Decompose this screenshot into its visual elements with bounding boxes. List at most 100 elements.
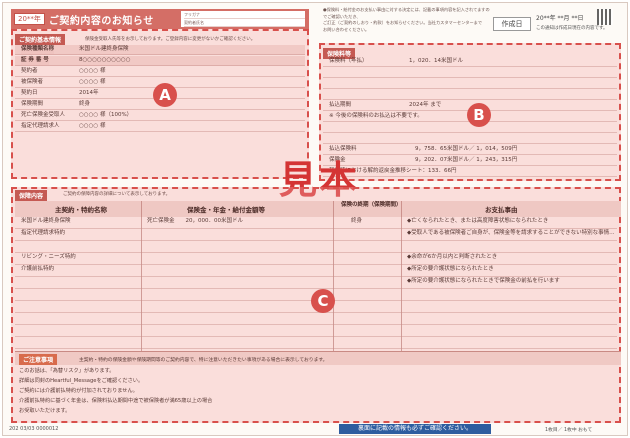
zone-c-coverage: 保障内容 ご契約の保障内容の詳細について表示しております。 主契約・特約名称 保…	[11, 187, 621, 423]
col-header-term: 保険の終期（保険期間）	[341, 202, 402, 208]
basic-info-key: 契約日	[21, 90, 38, 96]
coverage-name: 指定代理請求特約	[21, 230, 66, 236]
coverage-row	[15, 325, 617, 337]
basic-info-value: ○○○○ 様	[79, 123, 106, 129]
attention-line: 介護前払特約に基づく年金は、保険料払込期間中途で被保険者が満65歳以上の場合	[19, 398, 213, 404]
premium-value: 1，020．14米国ドル	[409, 58, 463, 64]
premium-row	[323, 90, 617, 100]
attention-line: 詳細は同封のHeartful_Messageをご確認ください。	[19, 378, 144, 384]
name-box-row: フリガナ	[184, 11, 305, 19]
zone-a-badge: A	[153, 83, 177, 107]
attention-line: お受取いただけます。	[19, 408, 71, 414]
zone-b-premium: 保険料等 保険料（年払） 1，020．14米国ドル 払込期間 2024年 まで ※ 今後…	[319, 43, 621, 181]
attention-line: ご契約には介護前払特約が付加されておりません。	[19, 388, 138, 394]
section-label-basic: ご契約基本情報	[15, 34, 66, 45]
coverage-row: 介護前払特約 ◆所定の要介護状態になられたとき	[15, 265, 617, 277]
coverage-amount: 死亡保険金 20，000．00米国ドル	[147, 218, 243, 224]
attention-line: このお話は、「為替リスク」があります。	[19, 368, 115, 374]
basic-info-row: 指定代理請求人 ○○○○ 様	[15, 122, 305, 132]
premium-row: 保険料（年払） 1，020．14米国ドル	[323, 57, 617, 67]
zone-b-badge: B	[467, 103, 491, 127]
premium-row	[323, 79, 617, 89]
coverage-row	[15, 313, 617, 325]
premium-row	[323, 68, 617, 78]
document-title: ご契約内容のお知らせ	[48, 15, 154, 27]
basic-info-key: 被保険者	[21, 79, 44, 85]
zone-a-basic-info: ご契約基本情報 保険金受取人氏等をお示しております。ご登録内容に変更がないかご確…	[11, 29, 309, 179]
section-note-coverage: ご契約の保障内容の詳細について表示しております。	[63, 192, 171, 197]
coverage-row	[15, 241, 617, 253]
basic-info-row: 保険種類名称 米国ドル建終身保険	[15, 45, 305, 55]
basic-info-value: 終身	[79, 101, 91, 107]
creation-date-label: 作成日	[493, 17, 531, 31]
note-line: ご訂正（ご契約のしおり・約款）をお知らせください。当社カスタマーセンターまで	[323, 20, 483, 25]
attention-note: 主契約・特約の保険金額や保険期間等のご契約内容で、特に注意いただきたい事項がある…	[79, 358, 328, 363]
coverage-term: 終身	[351, 218, 363, 224]
basic-info-row: 証 券 番 号 8○○○○○○○○○○	[15, 56, 305, 66]
note-line: ●保険料・給付金のお支払い事由に対する決定には、記載の事項内容を記入されてますの…	[323, 7, 490, 19]
basic-info-key: 指定代理請求人	[21, 123, 60, 129]
coverage-reason: ◆亡くなられたとき、または高度障害状態になられたとき	[407, 218, 549, 224]
creation-date: 20**年 **月 **日	[536, 15, 584, 22]
coverage-row	[15, 337, 617, 349]
basic-info-key: 契約者	[21, 68, 38, 74]
premium-key: 払込期間	[329, 102, 352, 108]
premium-row: 保険金 9，202．07米国ドル／ 1，243，315円	[323, 156, 617, 166]
coverage-reason: ◆受取人である被保険者ご自身が、保険金等を請求することができない特別な事情がある…	[407, 230, 617, 236]
qr-code-icon	[597, 9, 613, 25]
basic-info-value: ○○○○ 様	[79, 68, 106, 74]
basic-info-key: 保険種類名称	[21, 45, 55, 54]
coverage-name: 介護前払特約	[21, 266, 55, 272]
top-notes: ●保険料・給付金のお支払い事由に対する決定には、記載の事項内容を記入されてますの…	[323, 7, 491, 33]
coverage-reason: ◆余命が6か月以内と判断されたとき	[407, 254, 498, 260]
year-badge: 20**年	[14, 13, 45, 25]
coverage-row: 指定代理請求特約 ◆受取人である被保険者ご自身が、保険金等を請求することができない…	[15, 229, 617, 241]
document-header: 20**年 ご契約内容のお知らせ フリガナ 契約者氏名	[11, 9, 309, 29]
premium-row: 払込保険料 9，758．65米国ドル／ 1，014，509円	[323, 145, 617, 155]
premium-value: 2024年 まで	[409, 102, 442, 108]
basic-info-key: 死亡保険金受取人	[21, 112, 66, 118]
basic-info-row: 契約者 ○○○○ 様	[15, 67, 305, 77]
basic-info-row: 死亡保険金受取人 ○○○○ 様（100%）	[15, 111, 305, 121]
back-side-notice: 裏面に記載の情報も必ずご確認ください。	[339, 424, 491, 434]
coverage-reason: ◆所定の要介護状態になられたとき	[407, 266, 494, 272]
coverage-rows: 米国ドル建終身保険 死亡保険金 20，000．00米国ドル 終身 ◆亡くなられたとき、…	[15, 217, 617, 351]
col-header-amount: 保険金・年金・給付金額等	[187, 206, 265, 214]
coverage-row: リビング・ニーズ特約 ◆余命が6か月以内と判断されたとき	[15, 253, 617, 265]
section-note-basic: 保険金受取人氏等をお示しております。ご登録内容に変更がないかご確認ください。	[85, 37, 256, 42]
basic-info-value: 米国ドル建終身保険	[79, 46, 129, 52]
col-header-name: 主契約・特約名称	[55, 206, 107, 214]
document-footer: 202 03/03 0000012 裏面に記載の情報も必ずご確認ください。 1枚…	[5, 423, 630, 437]
col-header-reason: お支払事由	[485, 206, 518, 214]
premium-row	[323, 123, 617, 133]
premium-value: 9，758．65米国ドル／ 1，014，509円	[415, 146, 518, 152]
creation-date-note: この通知は作成日現在の内容です。	[536, 26, 608, 31]
coverage-reason: ◆所定の要介護状態になられたときで保険金の前払を行います	[407, 278, 560, 284]
premium-value: 9，202．07米国ドル／ 1，243，315円	[415, 157, 518, 163]
document-sheet: 20**年 ご契約内容のお知らせ フリガナ 契約者氏名 ●保険料・給付金のお支払…	[2, 2, 628, 436]
page-indicator: 1枚目／ 1枚中 おもて	[545, 428, 593, 433]
premium-row	[323, 134, 617, 144]
attention-bar: ご注意事項 主契約・特約の保険金額や保険期間等のご契約内容で、特に注意いただきた…	[15, 351, 621, 365]
attention-label: ご注意事項	[19, 354, 58, 365]
basic-info-value: ○○○○ 様（100%）	[79, 112, 133, 118]
coverage-row: 米国ドル建終身保険 死亡保険金 20，000．00米国ドル 終身 ◆亡くなられたとき、…	[15, 217, 617, 229]
document-code: 202 03/03 0000012	[9, 426, 59, 432]
basic-info-key: 保険期間	[21, 101, 44, 107]
basic-info-value: ○○○○ 様	[79, 79, 106, 85]
coverage-table-header: 主契約・特約名称 保険金・年金・給付金額等 保険の終期（保険期間） お支払事由	[15, 201, 621, 217]
section-label-coverage: 保障内容	[15, 190, 48, 201]
premium-key: 保険料（年払）	[329, 58, 368, 64]
premium-row: 契約時における解約返戻金推移シート：133．66円	[323, 167, 617, 177]
coverage-name: 米国ドル建終身保険	[21, 218, 71, 224]
name-box: フリガナ 契約者氏名	[181, 11, 305, 27]
basic-info-value: 8○○○○○○○○○○	[79, 57, 131, 63]
name-box-row: 契約者氏名	[184, 19, 305, 27]
coverage-row: ◆所定の要介護状態になられたときで保険金の前払を行います	[15, 277, 617, 289]
basic-info-value: 2014年	[79, 90, 99, 96]
attention-lines: このお話は、「為替リスク」があります。詳細は同封のHeartful_Messag…	[13, 367, 619, 421]
zone-c-badge: C	[311, 289, 335, 313]
note-line: お問い合わせください。	[323, 26, 370, 32]
coverage-name: リビング・ニーズ特約	[21, 254, 76, 260]
premium-key: ※ 今後の保険料のお払込は不要です。	[329, 113, 423, 119]
